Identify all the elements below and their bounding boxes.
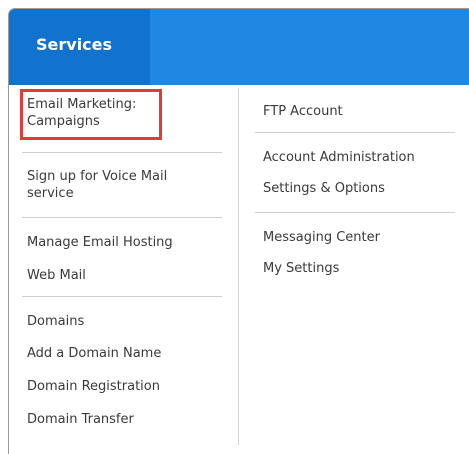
separator	[255, 212, 455, 213]
separator	[22, 152, 222, 153]
link-add-domain-name[interactable]: Add a Domain Name	[27, 345, 161, 363]
link-domain-registration[interactable]: Domain Registration	[27, 378, 160, 396]
link-my-settings[interactable]: My Settings	[263, 260, 339, 278]
link-settings-options[interactable]: Settings & Options	[263, 180, 385, 198]
highlight-box	[20, 89, 162, 140]
link-messaging-center[interactable]: Messaging Center	[263, 229, 380, 247]
column-divider	[238, 88, 239, 445]
separator	[22, 296, 222, 297]
link-domains[interactable]: Domains	[27, 313, 84, 331]
link-ftp-account[interactable]: FTP Account	[263, 103, 343, 121]
link-domain-transfer[interactable]: Domain Transfer	[27, 411, 134, 429]
separator	[255, 132, 455, 133]
services-header-bar: Services	[9, 9, 469, 85]
link-web-mail[interactable]: Web Mail	[27, 267, 86, 285]
services-title: Services	[36, 35, 113, 54]
link-manage-email-hosting[interactable]: Manage Email Hosting	[27, 234, 173, 252]
link-voice-mail-signup[interactable]: Sign up for Voice Mail service	[27, 168, 167, 202]
link-account-administration[interactable]: Account Administration	[263, 149, 415, 167]
services-tab[interactable]: Services	[9, 9, 150, 85]
separator	[22, 217, 222, 218]
